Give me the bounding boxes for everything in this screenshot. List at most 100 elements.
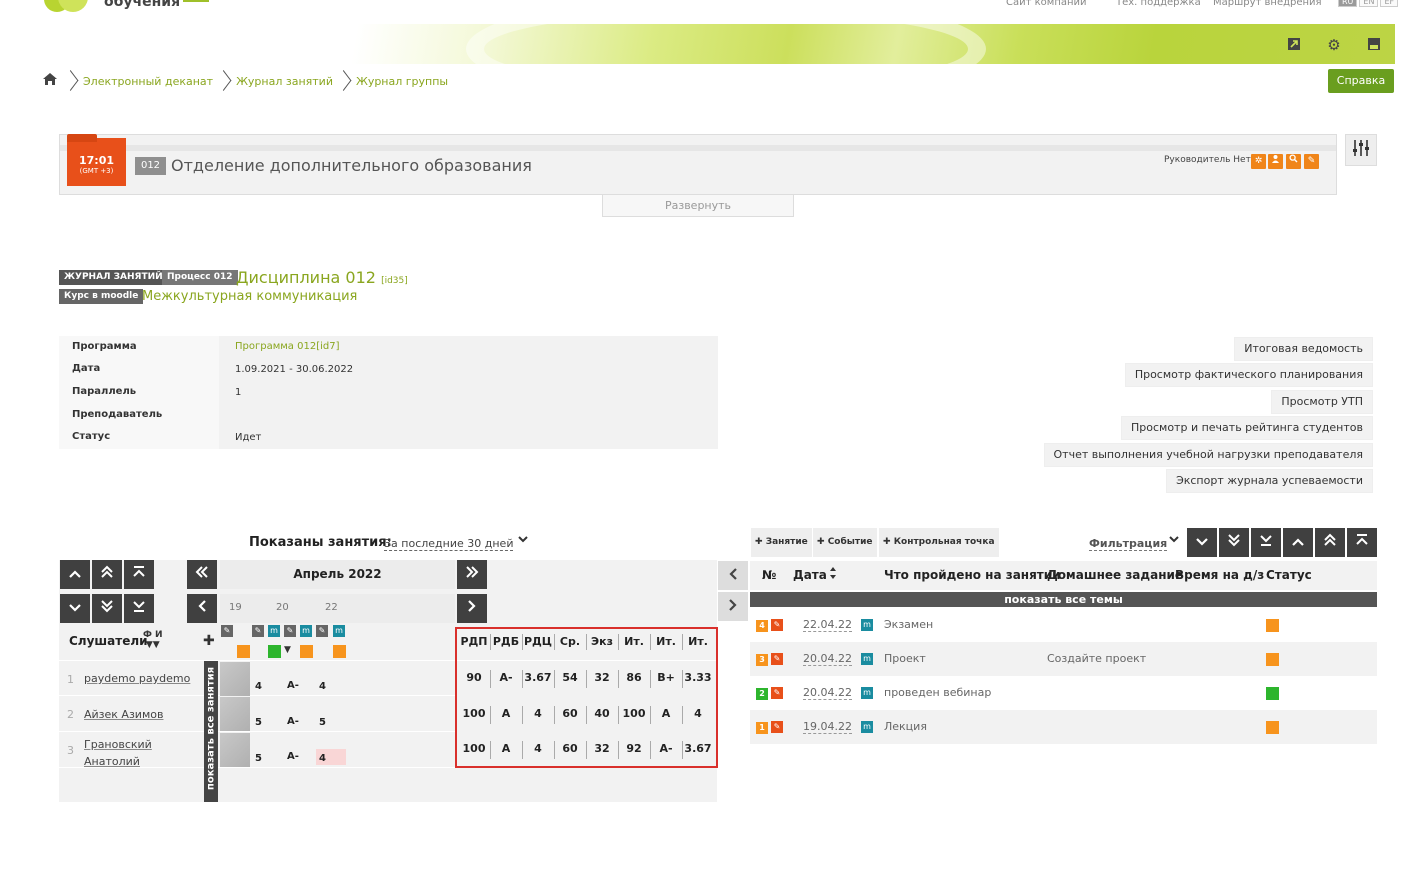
moodle-icon[interactable]: m xyxy=(861,721,873,733)
process-tag[interactable]: Процесс 012 xyxy=(162,270,238,285)
lesson-date[interactable]: 20.04.22 xyxy=(803,652,852,666)
edit-lesson-icon[interactable]: ✎ xyxy=(771,653,783,665)
edit-lesson-icon[interactable]: ✎ xyxy=(284,625,296,637)
scroll-top-icon[interactable] xyxy=(1347,528,1377,557)
scroll-prev-icon[interactable] xyxy=(187,594,217,623)
lang-en[interactable]: EN xyxy=(1359,0,1379,7)
export-journal-button[interactable]: Экспорт журнала успеваемости xyxy=(1166,469,1373,493)
filter-toggle[interactable]: Фильтрация xyxy=(1089,537,1168,551)
grade-cell[interactable]: 4 xyxy=(319,681,326,692)
breadcrumb-dean[interactable]: Электронный деканат xyxy=(83,75,213,88)
add-lesson-button[interactable]: ✚ Занятие xyxy=(751,528,812,557)
actual-planning-button[interactable]: Просмотр фактического планирования xyxy=(1124,363,1373,387)
search-icon[interactable] xyxy=(1286,154,1301,169)
sliders-icon[interactable] xyxy=(1345,134,1377,166)
scroll-page-down-icon[interactable] xyxy=(1219,528,1249,557)
grade-cell[interactable]: A- xyxy=(287,716,299,727)
top-link-roadmap[interactable]: Маршрут внедрения xyxy=(1213,0,1322,8)
discipline-title-text[interactable]: Дисциплина 012 xyxy=(236,268,376,287)
student-name[interactable]: paydemo paydemo xyxy=(84,672,190,685)
col-date[interactable]: Дата xyxy=(793,568,827,582)
grade-cell[interactable]: 4 xyxy=(255,681,262,692)
help-button[interactable]: Справка xyxy=(1328,69,1394,93)
top-link-company[interactable]: Сайт компании xyxy=(1006,0,1087,8)
lang-ru[interactable]: RU xyxy=(1338,0,1358,7)
scroll-page-up-icon[interactable] xyxy=(92,560,122,589)
chevron-down-icon[interactable] xyxy=(1168,533,1180,547)
lesson-topic: Экзамен xyxy=(884,618,934,631)
grade-cell[interactable]: 5 xyxy=(255,753,262,764)
edit-icon[interactable]: ✎ xyxy=(1304,154,1319,169)
grade-cell[interactable]: 4 xyxy=(319,753,326,764)
collapse-left-icon[interactable] xyxy=(718,561,748,590)
add-event-button[interactable]: ✚ Событие xyxy=(813,528,877,557)
scroll-first-icon[interactable] xyxy=(187,560,217,589)
edit-lesson-icon[interactable]: ✎ xyxy=(771,619,783,631)
breadcrumb-group-journal[interactable]: Журнал группы xyxy=(356,75,448,88)
scroll-top-icon[interactable] xyxy=(124,560,154,589)
final-sheet-button[interactable]: Итоговая ведомость xyxy=(1234,337,1373,361)
save-icon[interactable] xyxy=(1366,37,1382,53)
scroll-up-icon[interactable] xyxy=(60,560,90,589)
grade-cell[interactable]: A- xyxy=(287,751,299,762)
grade-cell[interactable]: 5 xyxy=(319,717,326,728)
add-student-icon[interactable]: ✚ xyxy=(203,633,215,649)
discipline-title[interactable]: Дисциплина 012 [id35] xyxy=(236,268,408,287)
student-name[interactable]: Айзек Азимов xyxy=(84,708,163,721)
edit-lesson-icon[interactable]: ✎ xyxy=(316,625,328,637)
utp-button[interactable]: Просмотр УТП xyxy=(1271,390,1373,414)
caret-down-icon[interactable]: ▼ xyxy=(284,645,291,655)
student-rating-button[interactable]: Просмотр и печать рейтинга студентов xyxy=(1121,416,1373,440)
scroll-bottom-icon[interactable] xyxy=(1251,528,1281,557)
scroll-bottom-icon[interactable] xyxy=(124,594,154,623)
lesson-date[interactable]: 20.04.22 xyxy=(803,686,852,700)
show-all-topics-button[interactable]: показать все темы xyxy=(750,592,1377,607)
student-name[interactable]: Грановский Анатолий xyxy=(84,736,194,770)
add-checkpoint-button[interactable]: ✚ Контрольная точка xyxy=(879,528,999,557)
shown-lessons-period[interactable]: За последние 30 дней xyxy=(384,537,514,551)
user-icon[interactable] xyxy=(1268,154,1283,169)
sort-icon[interactable] xyxy=(829,566,837,583)
grade-cell[interactable]: 5 xyxy=(255,717,262,728)
expand-button[interactable]: Развернуть xyxy=(602,195,794,217)
expand-right-icon[interactable] xyxy=(718,592,748,621)
moodle-course-link[interactable]: Межкультурная коммуникация xyxy=(142,289,357,304)
scroll-page-down-icon[interactable] xyxy=(92,594,122,623)
teacher-load-report-button[interactable]: Отчет выполнения учебной нагрузки препод… xyxy=(1043,443,1373,467)
edit-lesson-icon[interactable]: ✎ xyxy=(771,687,783,699)
logo-underline xyxy=(183,0,209,2)
top-link-support[interactable]: Тех. поддержка xyxy=(1116,0,1201,8)
gear-icon[interactable]: ⚙ xyxy=(1326,37,1342,53)
moodle-icon[interactable]: m xyxy=(333,625,345,637)
scroll-next-icon[interactable] xyxy=(457,594,487,623)
lesson-date[interactable]: 22.04.22 xyxy=(803,618,852,632)
journal-tag: ЖУРНАЛ ЗАНЯТИЙ xyxy=(59,270,168,285)
edit-lesson-icon[interactable]: ✎ xyxy=(771,721,783,733)
scroll-page-up-icon[interactable] xyxy=(1315,528,1345,557)
breadcrumb-journal[interactable]: Журнал занятий xyxy=(236,75,333,88)
moodle-icon[interactable]: m xyxy=(268,625,280,637)
chevron-down-icon[interactable] xyxy=(517,533,529,547)
edit-lesson-icon[interactable]: ✎ xyxy=(252,625,264,637)
language-switcher: RU EN EF xyxy=(1338,0,1399,7)
show-all-lessons-button[interactable]: показать все занятия xyxy=(204,661,218,802)
scroll-last-icon[interactable] xyxy=(457,560,487,589)
sort-name-icon[interactable]: Ф И ▼▼ xyxy=(143,630,163,650)
grade-cell[interactable]: A- xyxy=(287,680,299,691)
scroll-down-icon[interactable] xyxy=(1187,528,1217,557)
info-value-program[interactable]: Программа 012[id7] xyxy=(235,341,340,352)
edit-lesson-icon[interactable]: ✎ xyxy=(221,625,233,637)
lesson-homework: Создайте проект xyxy=(1047,652,1147,665)
send-icon[interactable] xyxy=(1286,37,1302,53)
scroll-up-icon[interactable] xyxy=(1283,528,1313,557)
moodle-icon[interactable]: m xyxy=(861,687,873,699)
moodle-icon[interactable]: m xyxy=(861,653,873,665)
moodle-icon[interactable]: m xyxy=(300,625,312,637)
moodle-icon[interactable]: m xyxy=(861,619,873,631)
settings-icon[interactable]: ✲ xyxy=(1251,154,1266,169)
lesson-date[interactable]: 19.04.22 xyxy=(803,720,852,734)
home-icon[interactable] xyxy=(42,71,60,91)
lang-ef[interactable]: EF xyxy=(1380,0,1399,7)
scroll-down-icon[interactable] xyxy=(60,594,90,623)
summary-header-line xyxy=(457,660,716,661)
